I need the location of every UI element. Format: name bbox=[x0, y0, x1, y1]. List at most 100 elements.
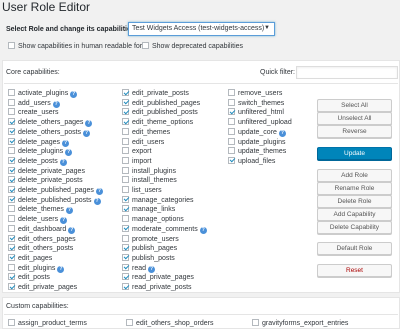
capability-checkbox[interactable] bbox=[228, 98, 235, 106]
capability-checkbox[interactable] bbox=[122, 253, 129, 261]
capability-item[interactable]: update_themes bbox=[228, 147, 286, 156]
help-icon[interactable]: ? bbox=[68, 226, 76, 234]
capability-checkbox[interactable] bbox=[8, 244, 15, 252]
help-icon[interactable]: ? bbox=[62, 139, 70, 147]
capability-checkbox[interactable] bbox=[8, 89, 15, 96]
capability-checkbox[interactable] bbox=[122, 147, 129, 155]
capability-item[interactable]: delete_published_posts? bbox=[8, 195, 101, 205]
capability-item[interactable]: edit_private_posts bbox=[122, 89, 189, 98]
help-icon[interactable]: ? bbox=[278, 129, 286, 137]
capability-checkbox[interactable] bbox=[122, 205, 129, 213]
capability-item[interactable]: edit_users bbox=[122, 137, 164, 147]
capability-item[interactable]: delete_private_posts bbox=[8, 176, 83, 185]
capability-checkbox[interactable] bbox=[8, 156, 15, 164]
capability-item[interactable]: edit_dashboard? bbox=[8, 224, 76, 234]
capability-item[interactable]: delete_published_pages? bbox=[8, 186, 103, 195]
capability-checkbox[interactable] bbox=[8, 319, 15, 326]
capability-item[interactable]: list_users bbox=[122, 186, 162, 195]
capability-checkbox[interactable] bbox=[252, 319, 259, 326]
capability-checkbox[interactable] bbox=[122, 283, 129, 290]
capability-item[interactable]: publish_posts bbox=[122, 253, 175, 263]
capability-checkbox[interactable] bbox=[122, 244, 129, 252]
help-icon[interactable]: ? bbox=[65, 149, 73, 157]
capability-checkbox[interactable] bbox=[122, 195, 129, 203]
human-readable-checkbox[interactable] bbox=[8, 42, 15, 49]
help-icon[interactable]: ? bbox=[93, 197, 101, 205]
capability-checkbox[interactable] bbox=[122, 156, 129, 164]
capability-checkbox[interactable] bbox=[228, 89, 235, 96]
capability-checkbox[interactable] bbox=[8, 224, 15, 232]
capability-item[interactable]: install_themes bbox=[122, 176, 177, 185]
capability-item[interactable]: delete_plugins? bbox=[8, 147, 73, 157]
capability-item[interactable]: promote_users bbox=[122, 234, 179, 244]
human-readable-option[interactable]: Show capabilities in human readable form bbox=[8, 42, 148, 50]
help-icon[interactable]: ? bbox=[65, 207, 73, 215]
deprecated-checkbox[interactable] bbox=[142, 42, 149, 49]
capability-item[interactable]: add_users? bbox=[8, 98, 60, 108]
help-icon[interactable]: ? bbox=[59, 158, 67, 166]
quick-filter-input[interactable] bbox=[296, 66, 398, 79]
custom-capability-item[interactable]: assign_product_terms bbox=[8, 319, 87, 328]
reset-button[interactable]: Reset bbox=[317, 264, 392, 277]
capability-checkbox[interactable] bbox=[228, 108, 235, 116]
capability-checkbox[interactable] bbox=[122, 166, 129, 174]
delete-capability-button[interactable]: Delete Capability bbox=[317, 221, 392, 234]
select-all-button[interactable]: Select All bbox=[317, 99, 392, 112]
capability-item[interactable]: edit_published_posts bbox=[122, 108, 198, 117]
deprecated-option[interactable]: Show deprecated capabilities bbox=[142, 42, 243, 50]
capability-item[interactable]: edit_published_pages bbox=[122, 98, 200, 108]
capability-checkbox[interactable] bbox=[8, 118, 15, 126]
capability-checkbox[interactable] bbox=[8, 176, 15, 184]
capability-item[interactable]: create_users bbox=[8, 108, 58, 117]
capability-item[interactable]: edit_private_pages bbox=[8, 283, 77, 292]
unselect-all-button[interactable]: Unselect All bbox=[317, 112, 392, 125]
capability-checkbox[interactable] bbox=[8, 253, 15, 261]
capability-item[interactable]: import bbox=[122, 156, 151, 166]
capability-checkbox[interactable] bbox=[228, 137, 235, 145]
capability-item[interactable]: unfiltered_upload bbox=[228, 118, 292, 127]
capability-checkbox[interactable] bbox=[122, 89, 129, 96]
help-icon[interactable]: ? bbox=[95, 188, 103, 195]
update-button[interactable]: Update bbox=[317, 147, 392, 160]
capability-checkbox[interactable] bbox=[8, 186, 15, 193]
capability-item[interactable]: manage_links bbox=[122, 205, 175, 214]
help-icon[interactable]: ? bbox=[60, 217, 68, 225]
capability-item[interactable]: read_private_pages bbox=[122, 273, 194, 282]
help-icon[interactable]: ? bbox=[70, 91, 78, 98]
capability-checkbox[interactable] bbox=[228, 127, 235, 135]
capability-checkbox[interactable] bbox=[228, 118, 235, 126]
capability-checkbox[interactable] bbox=[122, 98, 129, 106]
capability-checkbox[interactable] bbox=[228, 147, 235, 155]
capability-item[interactable]: delete_others_posts? bbox=[8, 127, 91, 137]
capability-item[interactable]: activate_plugins? bbox=[8, 89, 78, 98]
add-capability-button[interactable]: Add Capability bbox=[317, 208, 392, 221]
capability-checkbox[interactable] bbox=[8, 273, 15, 281]
capability-checkbox[interactable] bbox=[228, 156, 235, 164]
capability-checkbox[interactable] bbox=[122, 273, 129, 281]
capability-item[interactable]: delete_others_pages? bbox=[8, 118, 93, 128]
help-icon[interactable]: ? bbox=[57, 265, 65, 273]
capability-checkbox[interactable] bbox=[8, 127, 15, 135]
capability-checkbox[interactable] bbox=[122, 176, 129, 184]
capability-item[interactable]: edit_others_posts bbox=[8, 244, 73, 253]
capability-item[interactable]: upload_files bbox=[228, 156, 275, 166]
capability-checkbox[interactable] bbox=[122, 234, 129, 242]
custom-capability-item[interactable]: gravityforms_export_entries bbox=[252, 319, 348, 328]
capability-checkbox[interactable] bbox=[122, 263, 129, 271]
delete-role-button[interactable]: Delete Role bbox=[317, 195, 392, 208]
capability-item[interactable]: delete_themes? bbox=[8, 205, 73, 215]
capability-checkbox[interactable] bbox=[122, 118, 129, 126]
capability-checkbox[interactable] bbox=[122, 108, 129, 116]
help-icon[interactable]: ? bbox=[148, 265, 156, 273]
capability-checkbox[interactable] bbox=[8, 98, 15, 106]
capability-item[interactable]: edit_others_pages bbox=[8, 234, 76, 244]
capability-checkbox[interactable] bbox=[8, 166, 15, 174]
capability-item[interactable]: install_plugins bbox=[122, 166, 176, 176]
capability-item[interactable]: edit_pages bbox=[8, 253, 52, 263]
capability-checkbox[interactable] bbox=[8, 195, 15, 203]
help-icon[interactable]: ? bbox=[199, 226, 207, 234]
capability-item[interactable]: delete_users? bbox=[8, 215, 68, 225]
capability-item[interactable]: export bbox=[122, 147, 151, 156]
capability-checkbox[interactable] bbox=[8, 137, 15, 145]
capability-checkbox[interactable] bbox=[122, 137, 129, 145]
